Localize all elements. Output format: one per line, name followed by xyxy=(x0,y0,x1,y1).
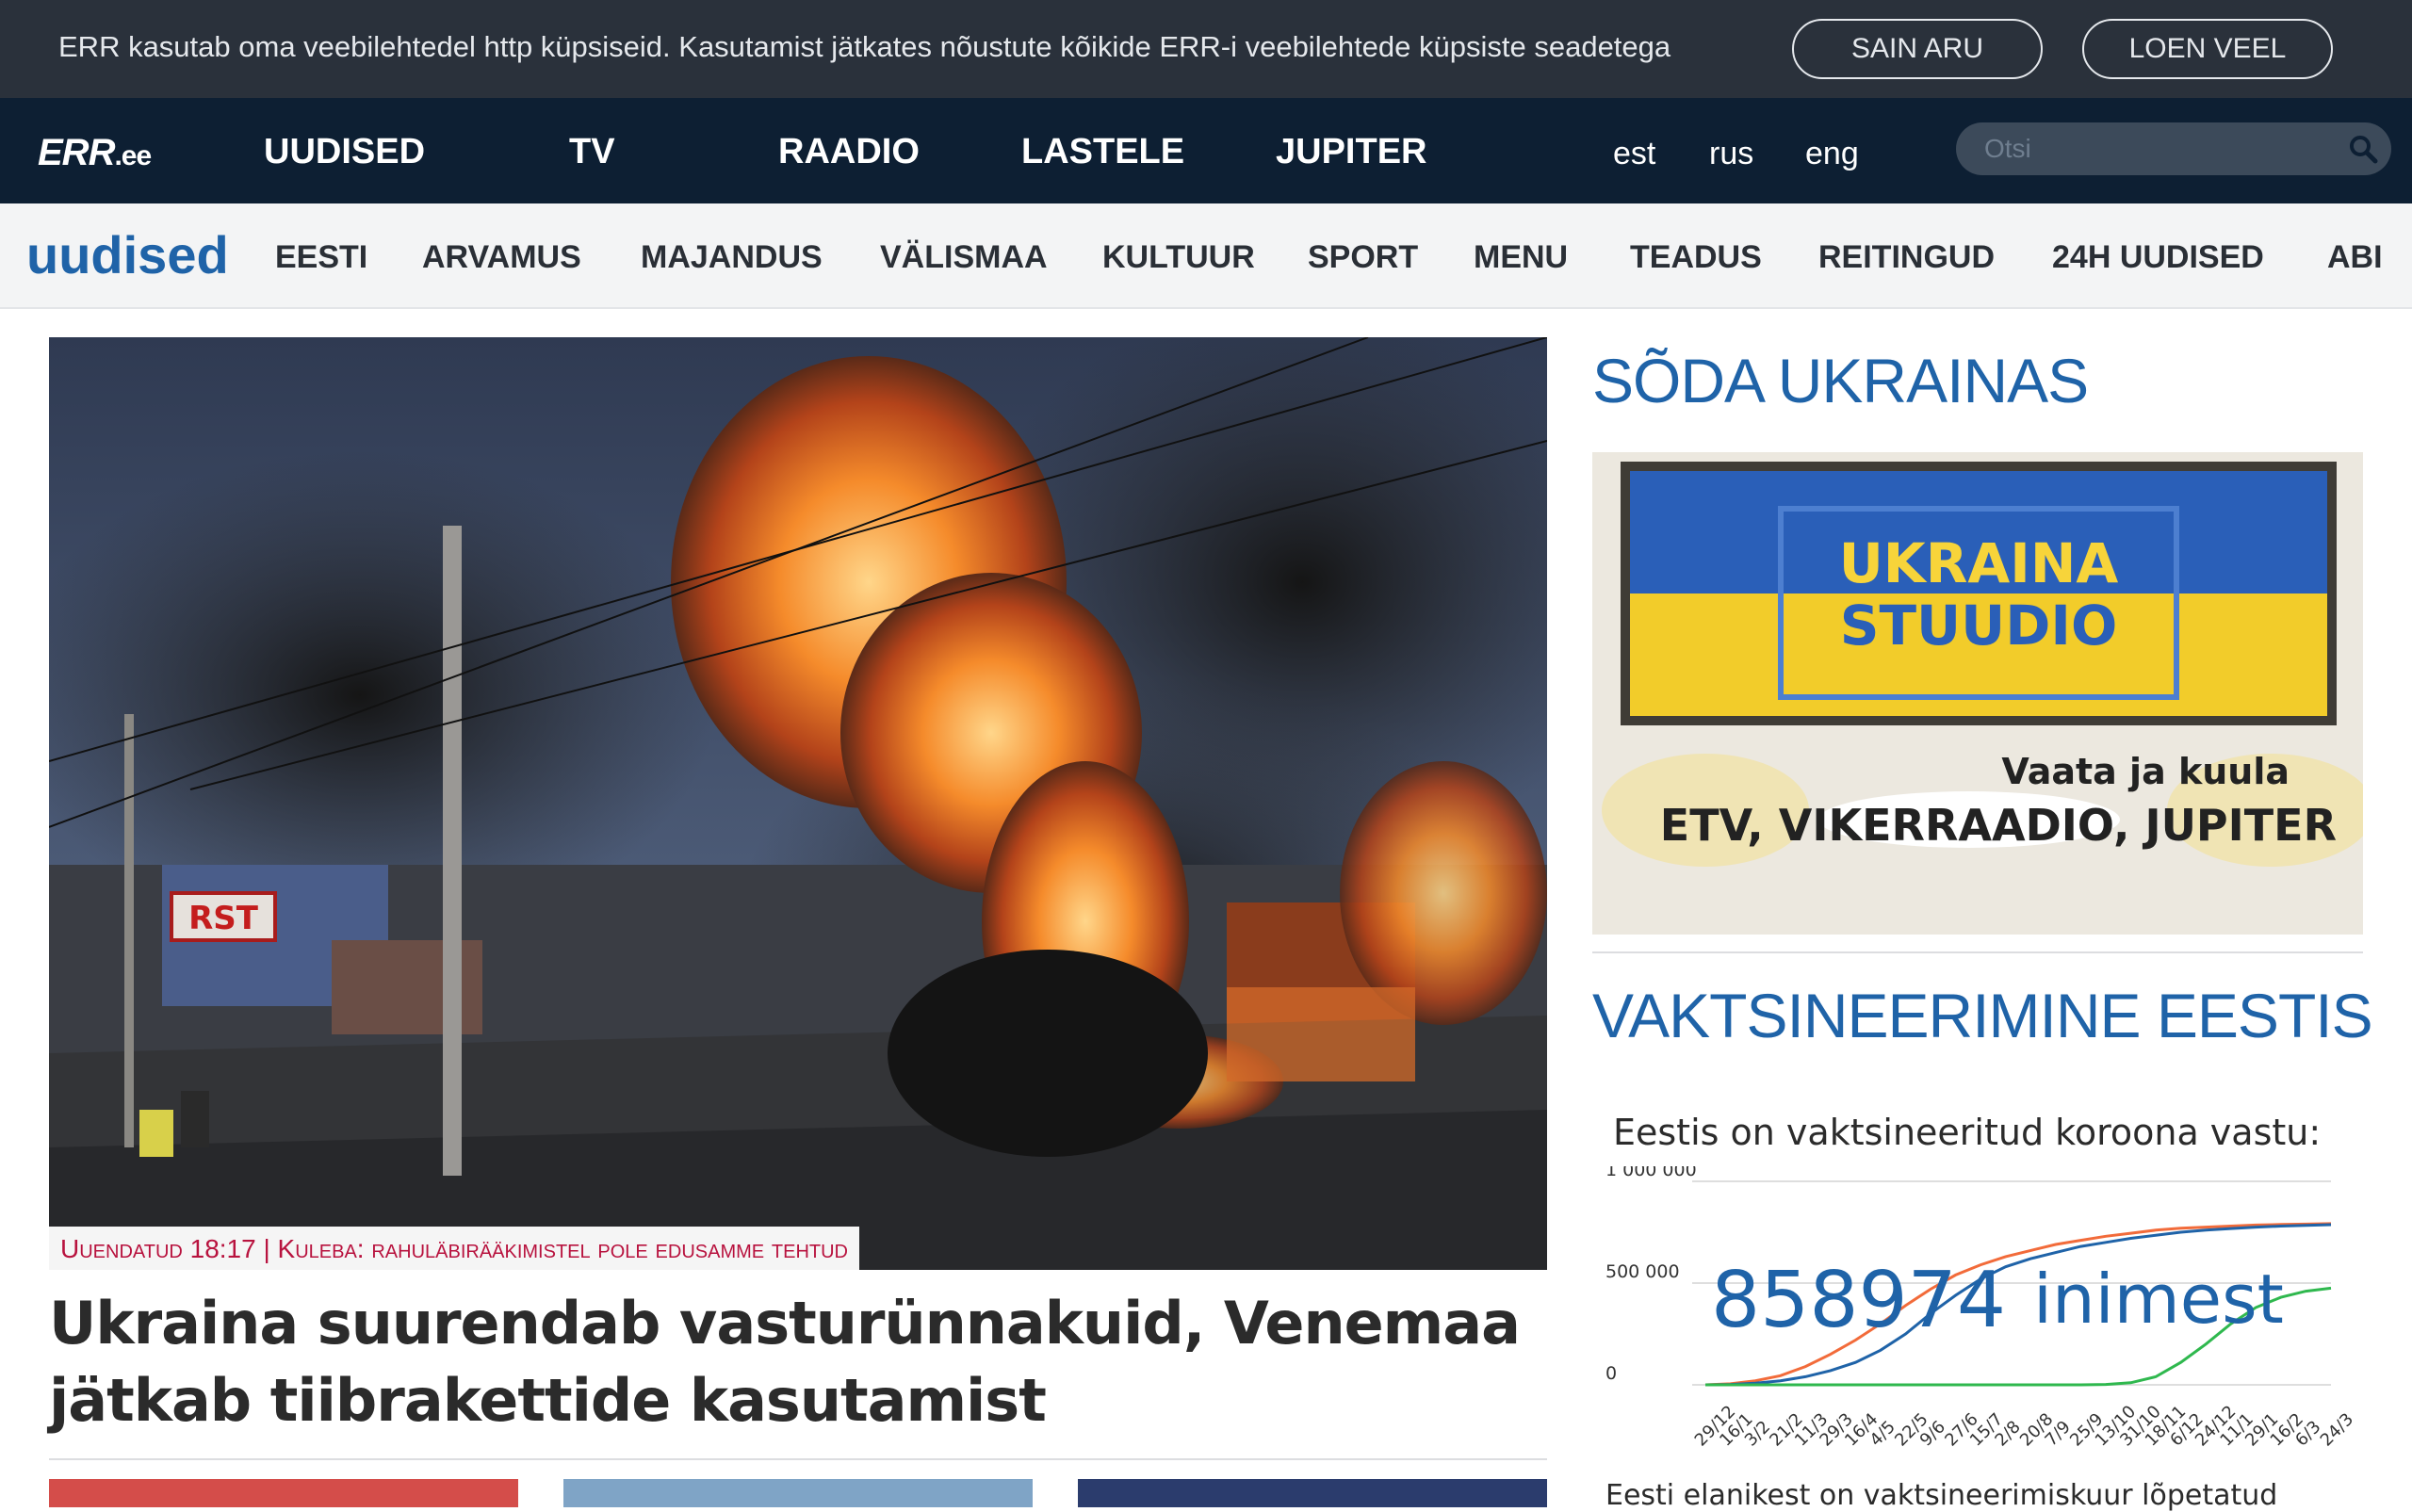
war-section-title[interactable]: SÕDA UKRAINAS xyxy=(1592,345,2089,416)
cookie-text: ERR kasutab oma veebilehtedel http küpsi… xyxy=(58,30,1671,63)
ukraina-stuudio-banner[interactable]: UKRAINA STUUDIO Vaata ja kuula ETV, VIKE… xyxy=(1592,452,2363,935)
ukraina-stuudio-illustration: UKRAINA STUUDIO Vaata ja kuula ETV, VIKE… xyxy=(1592,452,2363,935)
banner-title: UKRAINA xyxy=(1839,531,2119,595)
vaccination-title[interactable]: VAKTSINEERIMINE EESTIS xyxy=(1592,980,2373,1051)
banner-channels: ETV, VIKERRAADIO, JUPITER xyxy=(1660,800,2337,851)
err-logo[interactable]: ERR.ee xyxy=(38,132,152,174)
vaccinated-unit: inimest xyxy=(2033,1260,2284,1339)
banner-tagline: Vaata ja kuula xyxy=(2001,751,2290,792)
chart-y-tick-label: 500 000 xyxy=(1605,1261,1680,1282)
hero-caption[interactable]: Uuendatud 18:17 | Kuleba: rahuläbirääkim… xyxy=(49,1227,860,1270)
nav-item-jupiter[interactable]: JUPITER xyxy=(1276,132,1426,172)
vaccination-chart[interactable]: 1 000 000 500 000 0 29/12 16/1 3/2 21/2 11/3 29… xyxy=(1592,1160,2363,1468)
sec-item-majandus[interactable]: MAJANDUS xyxy=(641,239,823,276)
vaccinated-count: 858974 xyxy=(1711,1256,2006,1345)
logo-suffix: .ee xyxy=(114,140,152,171)
sec-item-eesti[interactable]: EESTI xyxy=(275,239,367,276)
article-thumbnail[interactable] xyxy=(49,1479,518,1507)
hero-image[interactable]: RST xyxy=(49,337,1547,1270)
sec-item-menu[interactable]: MENU xyxy=(1474,239,1568,276)
sec-item-kultuur[interactable]: KULTUUR xyxy=(1102,239,1255,276)
section-logo[interactable]: uudised xyxy=(26,224,229,285)
article-thumbnail[interactable] xyxy=(563,1479,1033,1507)
sec-item-24h-uudised[interactable]: 24H UUDISED xyxy=(2052,239,2264,276)
sec-item-abi[interactable]: ABI xyxy=(2327,239,2383,276)
cookie-banner: ERR kasutab oma veebilehtedel http küpsi… xyxy=(0,0,2412,98)
lang-est[interactable]: est xyxy=(1613,136,1655,172)
sec-item-teadus[interactable]: TEADUS xyxy=(1630,239,1762,276)
sec-item-reitingud[interactable]: REITINGUD xyxy=(1818,239,1995,276)
vaccination-subtitle: Eestis on vaktsineeritud koroona vastu: xyxy=(1613,1112,2322,1153)
sec-item-valismaa[interactable]: VÄLISMAA xyxy=(880,239,1048,276)
cookie-agree-button[interactable]: SAIN ARU xyxy=(1792,19,2043,79)
hero-sign-text: RST xyxy=(188,900,259,937)
banner-subtitle: STUUDIO xyxy=(1840,593,2118,658)
search-input[interactable] xyxy=(1984,132,2342,166)
section-navigation: uudised EESTI ARVAMUS MAJANDUS VÄLISMAA … xyxy=(0,203,2412,309)
chart-x-tick-label: 24/3 xyxy=(2317,1409,2357,1450)
sec-item-sport[interactable]: SPORT xyxy=(1308,239,1418,276)
nav-item-tv[interactable]: TV xyxy=(569,132,615,172)
nav-item-uudised[interactable]: UUDISED xyxy=(264,132,425,172)
divider xyxy=(1592,951,2363,953)
cookie-read-more-button[interactable]: LOEN VEEL xyxy=(2082,19,2333,79)
search-box xyxy=(1956,122,2391,175)
sec-item-arvamus[interactable]: ARVAMUS xyxy=(422,239,581,276)
nav-item-raadio[interactable]: RAADIO xyxy=(778,132,920,172)
article-thumbnail[interactable] xyxy=(1078,1479,1547,1507)
chart-y-tick-label: 1 000 000 xyxy=(1605,1166,1697,1180)
lang-eng[interactable]: eng xyxy=(1805,136,1859,172)
hero-photo-illustration: RST xyxy=(49,337,1547,1270)
logo-main: ERR xyxy=(38,132,115,173)
nav-item-lastele[interactable]: LASTELE xyxy=(1021,132,1184,172)
hero-headline[interactable]: Ukraina suurendab vasturünnakuid, Venema… xyxy=(49,1285,1547,1439)
divider xyxy=(49,1458,1547,1460)
lang-rus[interactable]: rus xyxy=(1709,136,1753,172)
search-icon[interactable] xyxy=(2348,134,2378,164)
chart-y-tick-label: 0 xyxy=(1605,1363,1617,1384)
top-navigation: ERR.ee UUDISED TV RAADIO LASTELE JUPITER… xyxy=(0,98,2412,203)
